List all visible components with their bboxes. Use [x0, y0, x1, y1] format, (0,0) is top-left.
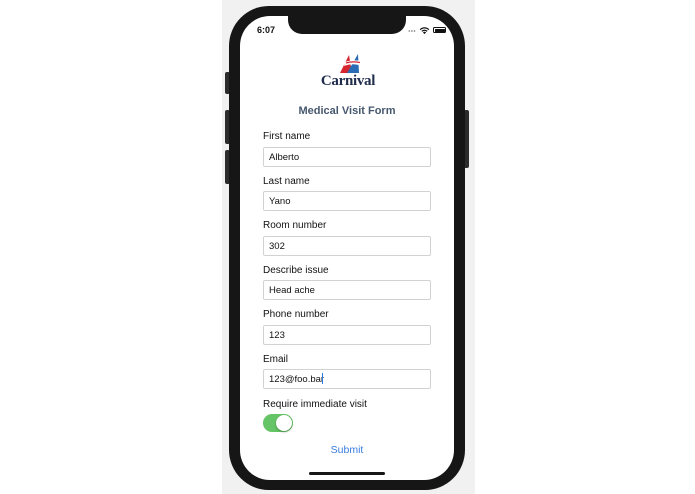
- form-title: Medical Visit Form: [298, 105, 396, 117]
- describe-issue-input[interactable]: [263, 280, 431, 300]
- carnival-logo: Carnival: [318, 52, 378, 92]
- email-input[interactable]: [263, 369, 431, 389]
- room-number-label: Room number: [263, 220, 327, 231]
- last-name-input[interactable]: [263, 191, 431, 211]
- describe-issue-label: Describe issue: [263, 265, 329, 276]
- signal-dots-icon: [408, 30, 416, 32]
- text-caret: [322, 373, 323, 384]
- phone-number-input[interactable]: [263, 325, 431, 345]
- notch: [288, 16, 406, 34]
- room-number-input[interactable]: [263, 236, 431, 256]
- brand-name: Carnival: [320, 73, 376, 89]
- carnival-funnel-icon: [340, 54, 361, 73]
- status-time: 6:07: [257, 25, 276, 35]
- immediate-visit-label: Require immediate visit: [263, 399, 367, 410]
- submit-button[interactable]: Submit: [320, 444, 374, 456]
- phone-number-label: Phone number: [263, 309, 329, 320]
- first-name-label: First name: [263, 131, 311, 142]
- phone-screen: 6:07 Carnival Medical Visit Form First n…: [240, 16, 454, 480]
- email-label: Email: [263, 354, 289, 365]
- toggle-knob[interactable]: [276, 415, 292, 431]
- wifi-icon: [419, 27, 430, 35]
- battery-icon: [433, 27, 446, 33]
- last-name-label: Last name: [263, 176, 310, 187]
- home-indicator[interactable]: [309, 472, 385, 475]
- first-name-input[interactable]: [263, 147, 431, 167]
- battery-fill: [434, 28, 445, 32]
- immediate-visit-toggle[interactable]: [263, 414, 293, 432]
